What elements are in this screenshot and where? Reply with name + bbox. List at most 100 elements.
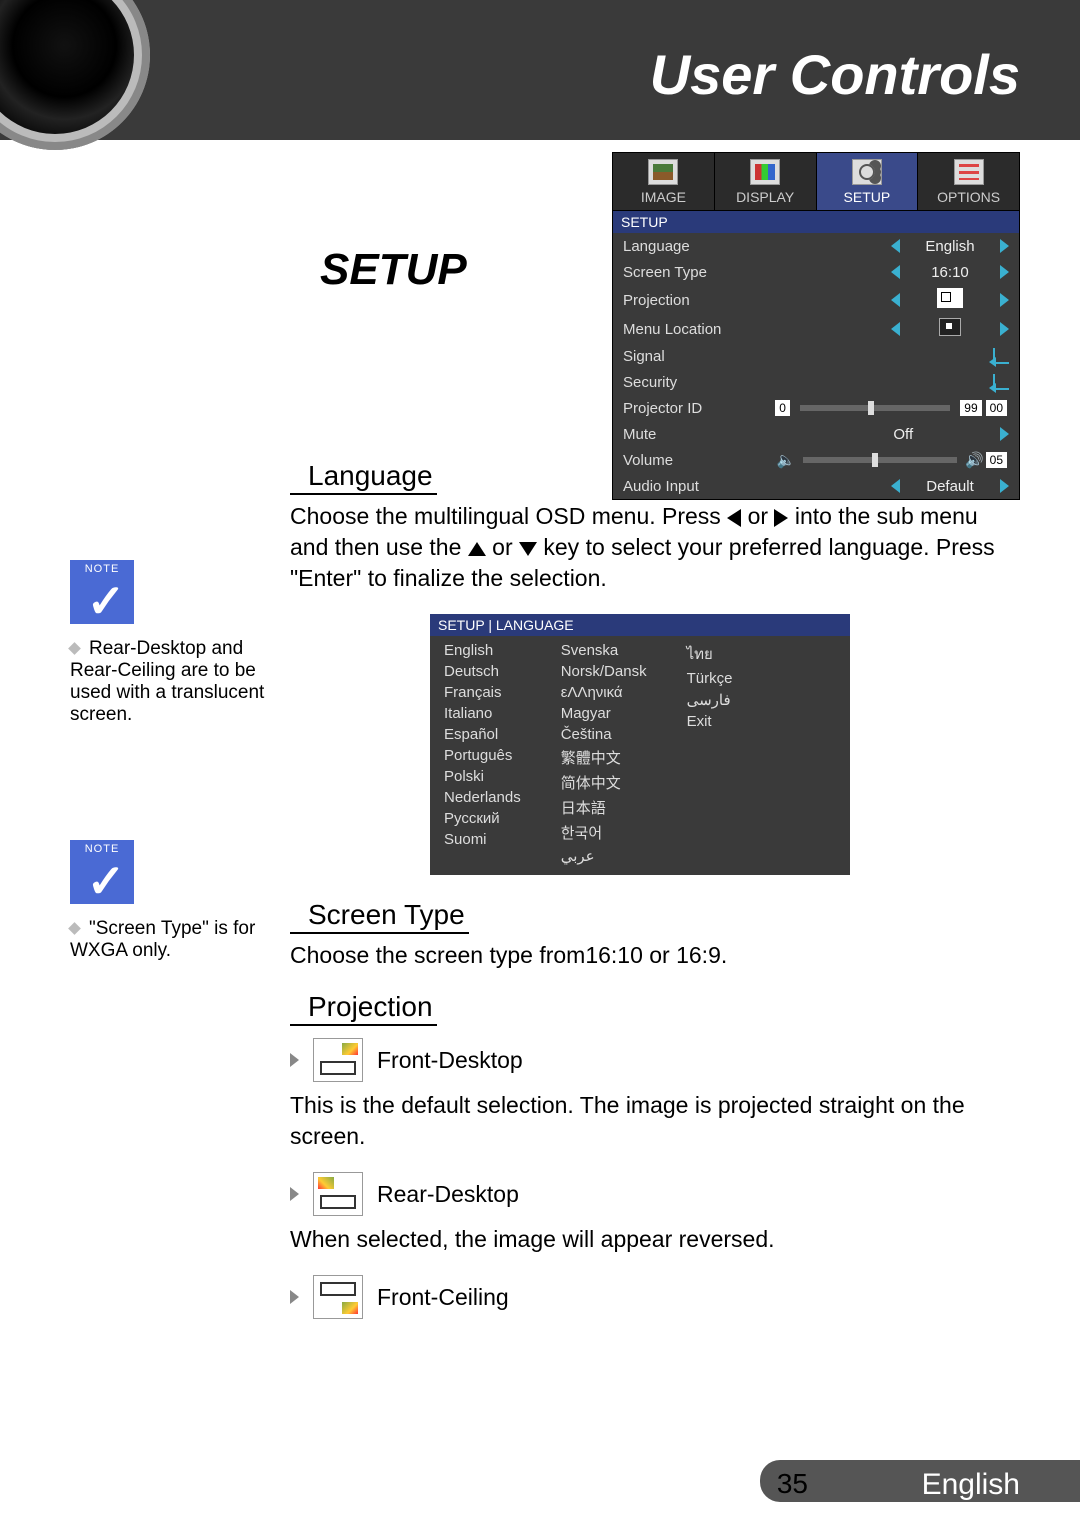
enter-icon[interactable] — [993, 374, 1009, 390]
image-icon — [648, 159, 678, 185]
lang-option[interactable]: Italiano — [444, 705, 521, 722]
tab-label: DISPLAY — [736, 189, 794, 205]
lang-option[interactable]: Português — [444, 747, 521, 764]
lang-option[interactable]: 한국어 — [561, 822, 647, 843]
lang-option[interactable]: ไทย — [687, 642, 733, 666]
osd-row-projector-id[interactable]: Projector ID 0 99 00 — [613, 395, 1019, 421]
row-value: Off — [817, 426, 991, 443]
right-arrow-icon[interactable] — [1000, 293, 1009, 307]
osd-row-screen-type[interactable]: Screen Type 16:10 — [613, 259, 1019, 285]
lang-col-1: English Deutsch Français Italiano Españo… — [444, 642, 521, 865]
lang-option[interactable]: 日本語 — [561, 797, 647, 818]
projection-label: Front-Ceiling — [377, 1284, 509, 1311]
left-arrow-icon — [727, 509, 741, 527]
lang-option[interactable]: 繁體中文 — [561, 747, 647, 768]
page-number: 35 — [777, 1468, 808, 1500]
osd-language-submenu: SETUP | LANGUAGE English Deutsch Françai… — [430, 614, 850, 875]
row-value: English — [910, 238, 990, 255]
row-label: Signal — [623, 348, 989, 365]
lang-col-3: ไทย Türkçe فارسی Exit — [687, 642, 733, 865]
osd-tab-display[interactable]: DISPLAY — [715, 153, 817, 210]
left-arrow-icon[interactable] — [891, 293, 900, 307]
display-icon — [750, 159, 780, 185]
note-icon — [70, 560, 134, 624]
lang-option[interactable]: English — [444, 642, 521, 659]
bullet-icon — [290, 1290, 299, 1304]
lang-option[interactable]: Svenska — [561, 642, 647, 659]
text: or — [748, 503, 775, 529]
row-value: 16:10 — [910, 264, 990, 281]
slider-track[interactable] — [800, 405, 950, 411]
note-text: "Screen Type" is for WXGA only. — [70, 918, 255, 961]
lang-option[interactable]: Nederlands — [444, 789, 521, 806]
row-label: Mute — [623, 426, 797, 443]
lang-option[interactable]: 简体中文 — [561, 772, 647, 793]
lang-option[interactable]: Türkçe — [687, 670, 733, 687]
row-label: Menu Location — [623, 321, 891, 338]
heading-screen-type: Screen Type — [290, 899, 469, 934]
lang-option[interactable]: Polski — [444, 768, 521, 785]
diamond-bullet-icon — [68, 643, 81, 656]
max-badge: 99 — [960, 400, 981, 416]
row-value — [910, 288, 990, 312]
right-arrow-icon[interactable] — [1000, 265, 1009, 279]
osd-tab-options[interactable]: OPTIONS — [918, 153, 1019, 210]
lang-option[interactable]: Русский — [444, 810, 521, 827]
lang-option[interactable]: εΛΛηνικά — [561, 684, 647, 701]
page-footer: 35 English — [0, 1460, 1080, 1506]
lang-option[interactable]: Suomi — [444, 831, 521, 848]
sidenote-rear: Rear-Desktop and Rear-Ceiling are to be … — [70, 560, 270, 726]
left-arrow-icon[interactable] — [891, 239, 900, 253]
left-arrow-icon[interactable] — [891, 322, 900, 336]
bullet-icon — [290, 1053, 299, 1067]
lang-option[interactable]: Deutsch — [444, 663, 521, 680]
sidenote-screen-type: "Screen Type" is for WXGA only. — [70, 840, 270, 962]
projection-thumb-icon — [937, 288, 963, 308]
lang-option[interactable]: Čeština — [561, 726, 647, 743]
min-badge: 0 — [775, 400, 790, 416]
osd-row-signal[interactable]: Signal — [613, 343, 1019, 369]
rear-desktop-icon — [313, 1172, 363, 1216]
footer-shape — [760, 1460, 1080, 1502]
row-label: Security — [623, 374, 989, 391]
projection-item-rear-desktop: Rear-Desktop — [290, 1172, 1020, 1216]
row-label: Language — [623, 238, 891, 255]
lens-graphic — [0, 0, 150, 150]
osd-row-projection[interactable]: Projection — [613, 285, 1019, 315]
row-label: Projection — [623, 292, 891, 309]
note-icon — [70, 840, 134, 904]
projection-label: Front-Desktop — [377, 1047, 523, 1074]
enter-icon[interactable] — [993, 348, 1009, 364]
lang-option[interactable]: Exit — [687, 713, 733, 730]
osd-breadcrumb: SETUP | LANGUAGE — [430, 614, 850, 636]
front-ceiling-icon — [313, 1275, 363, 1319]
front-desktop-icon — [313, 1038, 363, 1082]
osd-row-security[interactable]: Security — [613, 369, 1019, 395]
osd-row-menu-location[interactable]: Menu Location — [613, 315, 1019, 343]
right-arrow-icon[interactable] — [1000, 239, 1009, 253]
osd-row-mute[interactable]: Mute Off — [613, 421, 1019, 447]
front-desktop-desc: This is the default selection. The image… — [290, 1090, 1020, 1152]
osd-tab-image[interactable]: IMAGE — [613, 153, 715, 210]
lang-option[interactable]: فارسی — [687, 691, 733, 709]
osd-setup-menu: IMAGE DISPLAY SETUP OPTIONS SETUP Langua… — [612, 152, 1020, 500]
lang-option[interactable]: عربي — [561, 847, 647, 865]
diamond-bullet-icon — [68, 923, 81, 936]
screen-type-paragraph: Choose the screen type from16:10 or 16:9… — [290, 940, 1020, 971]
osd-row-language[interactable]: Language English — [613, 233, 1019, 259]
projection-label: Rear-Desktop — [377, 1181, 519, 1208]
lang-option[interactable]: Magyar — [561, 705, 647, 722]
row-label: Projector ID — [623, 400, 773, 417]
left-arrow-icon[interactable] — [891, 265, 900, 279]
menu-location-icon — [939, 318, 961, 336]
lang-option[interactable]: Norsk/Dansk — [561, 663, 647, 680]
heading-projection: Projection — [290, 991, 437, 1026]
lang-option[interactable]: Français — [444, 684, 521, 701]
osd-tab-setup[interactable]: SETUP — [817, 153, 919, 210]
rear-desktop-desc: When selected, the image will appear rev… — [290, 1224, 1020, 1255]
lang-col-2: Svenska Norsk/Dansk εΛΛηνικά Magyar Češt… — [561, 642, 647, 865]
text: Choose the multilingual OSD menu. Press — [290, 503, 727, 529]
lang-option[interactable]: Español — [444, 726, 521, 743]
right-arrow-icon[interactable] — [1000, 427, 1009, 441]
right-arrow-icon[interactable] — [1000, 322, 1009, 336]
